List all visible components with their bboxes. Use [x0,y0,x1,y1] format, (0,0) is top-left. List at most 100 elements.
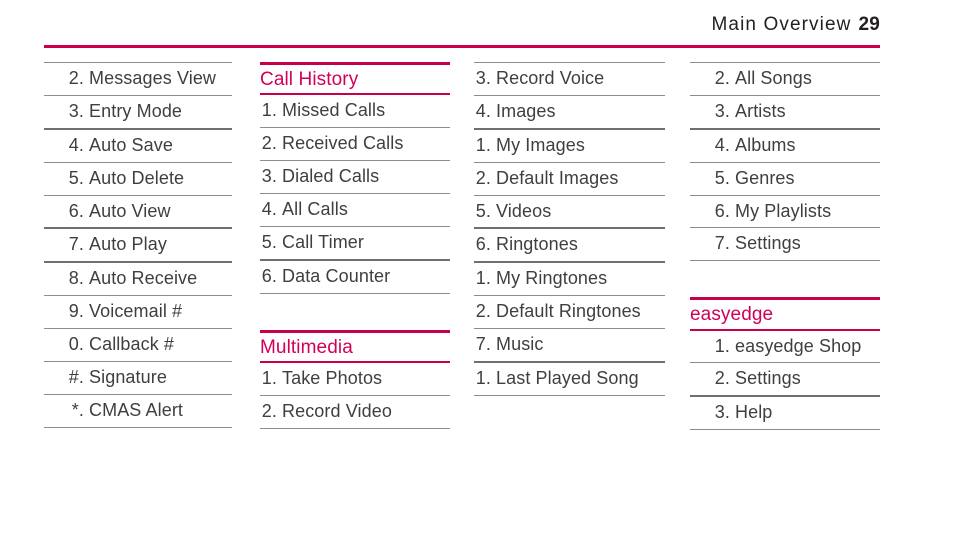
menu-item[interactable]: 2. Settings [690,363,880,398]
menu-item[interactable]: 1. My Images [474,130,665,163]
page-header: Main Overview 29 [44,14,880,48]
menu-item[interactable]: 3. Dialed Calls [260,161,450,194]
menu-item-number: 3. [475,68,491,88]
menu-item[interactable]: 7. Music [474,329,665,363]
menu-item-label: Auto Receive [89,268,198,289]
menu-item[interactable]: 7. Settings [690,228,880,262]
menu-item[interactable]: 5. Call Timer [260,227,450,261]
menu-item[interactable]: 0. Callback # [44,329,232,362]
menu-column-3: 3. Record Voice 4. Images 1. My Images 2. Defau… [474,62,665,396]
menu-item-label: Genres [735,167,795,188]
menu-item-number: 1. [475,268,491,289]
menu-item[interactable]: 1. Take Photos [260,363,450,396]
menu-item-label: Albums [735,134,796,155]
menu-item-number: 4. [261,198,277,219]
menu-item-number: 2. [261,400,277,421]
menu-item-label: Auto Play [89,234,167,255]
menu-item-label: CMAS Alert [89,399,184,420]
menu-item-label: Take Photos [282,367,383,388]
menu-item[interactable]: 4. Albums [690,130,880,163]
section-heading-easyedge: easyedge [690,297,880,331]
menu-item-label: easyedge Shop [735,335,862,356]
menu-item-number: 8. [68,268,84,289]
menu-item-number: *. [71,399,84,420]
menu-item[interactable]: *. CMAS Alert [44,395,232,428]
menu-item-label: Signature [89,366,167,387]
page-root: Main Overview 29 2. Messages View 3. Entry M… [0,0,954,546]
menu-item-number: #. [68,366,84,387]
menu-item-label: My Ringtones [496,268,608,289]
menu-item[interactable]: 2. All Songs [690,62,880,96]
menu-item[interactable]: 3. Artists [690,96,880,130]
menu-item[interactable]: 1. My Ringtones [474,263,665,297]
menu-item[interactable]: 9. Voicemail # [44,296,232,329]
menu-item[interactable]: 5. Videos [474,196,665,230]
menu-item[interactable]: 2. Default Ringtones [474,296,665,329]
menu-item-label: Auto Save [89,134,173,155]
menu-item[interactable]: 5. Auto Delete [44,163,232,196]
menu-item[interactable]: #. Signature [44,362,232,395]
menu-item-number: 6. [714,200,730,221]
menu-item-number: 7. [714,233,730,254]
menu-item[interactable]: 6. Data Counter [260,261,450,294]
menu-section-multimedia: Multimedia 1. Take Photos 2. Record Video [260,329,450,429]
menu-list-multimedia: 1. Take Photos 2. Record Video [260,363,450,429]
menu-item[interactable]: 2. Default Images [474,163,665,196]
menu-item-number: 3. [714,402,730,423]
menu-item-number: 2. [261,133,277,154]
menu-item-number: 3. [714,100,730,121]
menu-item[interactable]: 2. Record Video [260,396,450,429]
menu-item-label: Record Video [282,400,392,421]
menu-item[interactable]: 4. All Calls [260,194,450,227]
menu-item-number: 3. [68,100,84,121]
menu-item-number: 7. [68,234,84,255]
page-title: Main Overview [711,14,852,35]
menu-section-messaging-settings-continued: 2. Messages View 3. Entry Mode 4. Auto Save 5.… [44,62,232,428]
menu-item-number: 9. [68,301,84,322]
header-inner: Main Overview 29 [712,14,881,36]
menu-item-number: 7. [475,334,491,354]
menu-section-music-continued: 2. All Songs 3. Artists 4. Albums 5. Genres 6. My… [690,62,880,262]
menu-item-number: 2. [714,68,730,88]
menu-item[interactable]: 6. Auto View [44,196,232,230]
menu-item-label: All Calls [282,198,348,219]
section-heading-multimedia: Multimedia [260,329,450,363]
menu-item-number: 5. [475,200,491,221]
menu-item-number: 6. [261,265,277,286]
menu-item-number: 6. [68,200,84,221]
menu-item[interactable]: 1. easyedge Shop [690,331,880,364]
menu-column-4: 2. All Songs 3. Artists 4. Albums 5. Genres 6. My… [690,62,880,431]
menu-item[interactable]: 4. Images [474,96,665,130]
menu-item-label: Ringtones [496,234,578,255]
menu-item[interactable]: 8. Auto Receive [44,263,232,297]
menu-item-label: Call Timer [282,231,365,252]
menu-item-label: Received Calls [282,133,404,154]
menu-item-label: Settings [735,368,801,389]
menu-item[interactable]: 7. Auto Play [44,229,232,264]
menu-item-label: Dialed Calls [282,166,380,187]
menu-item-number: 2. [475,301,491,322]
menu-item[interactable]: 6. Ringtones [474,229,665,264]
menu-item[interactable]: 3. Record Voice [474,62,665,96]
header-accent-rule [44,45,880,48]
menu-item[interactable]: 6. My Playlists [690,196,880,229]
menu-item-number: 1. [261,367,277,388]
menu-list-multimedia-continued: 3. Record Voice 4. Images 1. My Images 2. Defau… [474,62,665,396]
menu-item-number: 0. [68,334,84,354]
menu-item[interactable]: 3. Help [690,397,880,431]
menu-item[interactable]: 4. Auto Save [44,130,232,163]
page-number: 29 [858,14,880,35]
menu-item-number: 1. [475,134,491,155]
menu-item[interactable]: 1. Last Played Song [474,363,665,396]
menu-item-number: 4. [714,134,730,155]
menu-item[interactable]: 1. Missed Calls [260,95,450,129]
menu-item[interactable]: 2. Received Calls [260,128,450,162]
menu-item-label: Last Played Song [496,367,639,388]
menu-item[interactable]: 5. Genres [690,163,880,196]
menu-item-label: All Songs [735,68,812,88]
menu-item[interactable]: 2. Messages View [44,62,232,96]
menu-item-label: Settings [735,233,801,254]
menu-item-number: 2. [475,167,491,188]
menu-section-multimedia-continued: 3. Record Voice 4. Images 1. My Images 2. Defau… [474,62,665,396]
menu-item[interactable]: 3. Entry Mode [44,96,232,130]
